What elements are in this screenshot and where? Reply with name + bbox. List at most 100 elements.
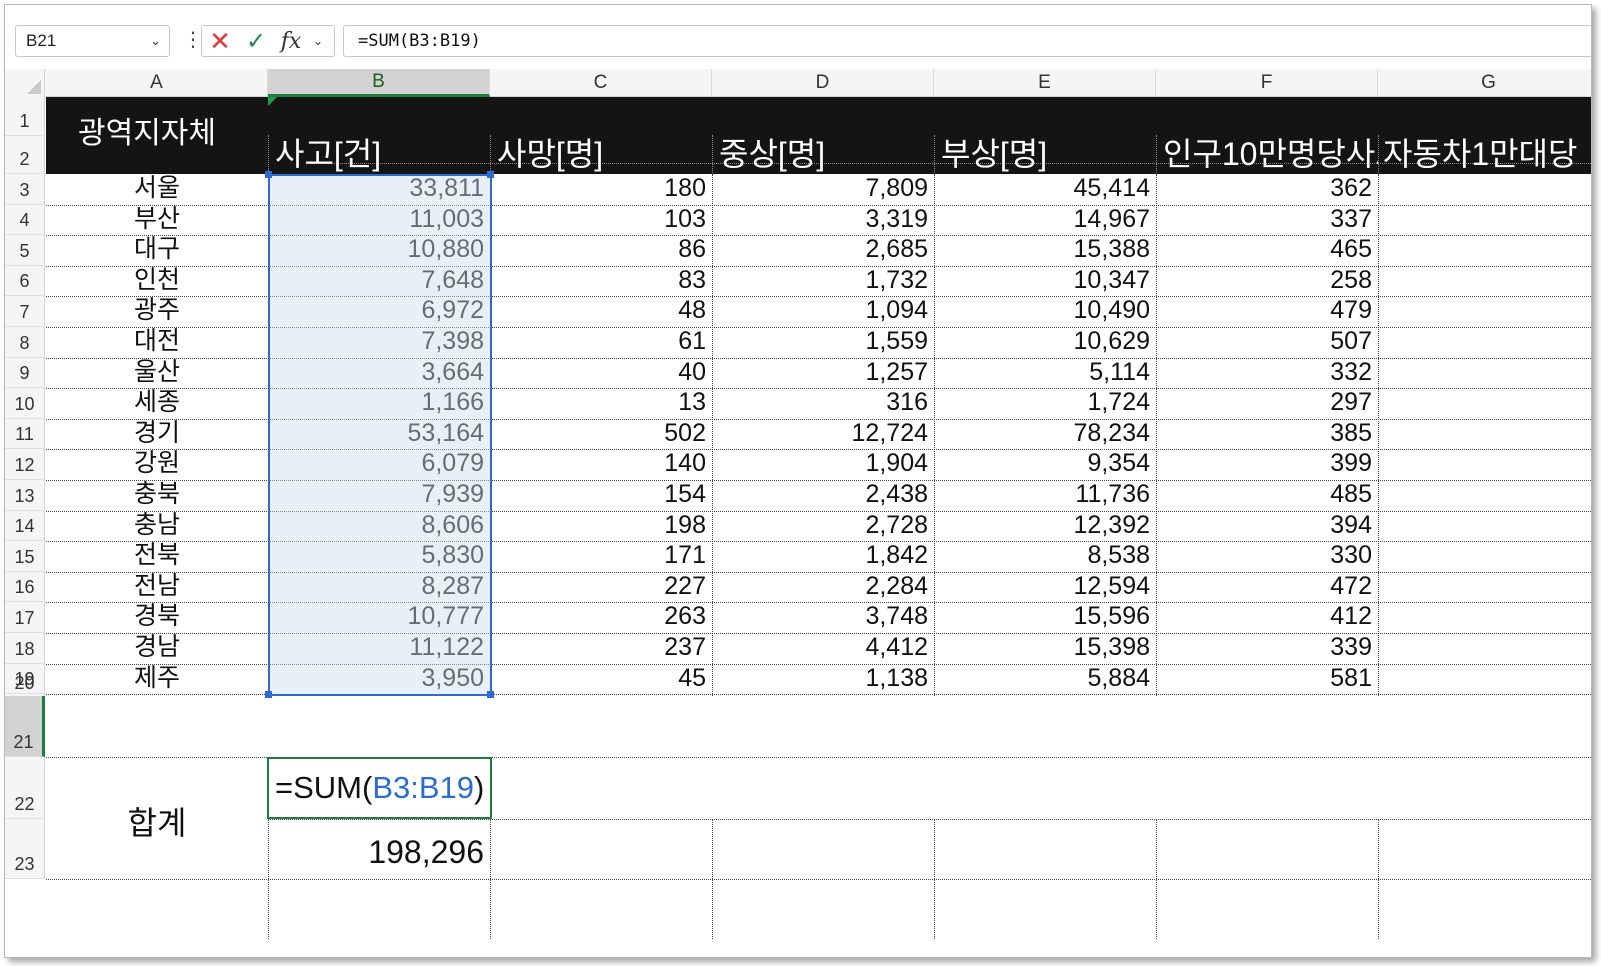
cell-deaths[interactable]: 103	[490, 205, 712, 235]
insert-function-icon[interactable]: fx	[274, 29, 308, 54]
column-header-b[interactable]: B	[268, 69, 490, 97]
cell-deaths[interactable]: 61	[490, 327, 712, 357]
select-all-corner[interactable]	[5, 69, 45, 97]
column-header-g[interactable]: G	[1378, 69, 1591, 97]
row-header[interactable]: 2	[5, 136, 45, 174]
column-header-d[interactable]: D	[712, 69, 934, 97]
cell-region[interactable]: 충남	[46, 511, 268, 541]
row-header[interactable]: 8	[5, 327, 45, 358]
total-label[interactable]: 합계	[46, 803, 268, 843]
row-header[interactable]: 1	[5, 97, 45, 136]
cell-injuries[interactable]: 5,884	[934, 664, 1156, 694]
cell-region[interactable]: 경기	[46, 419, 268, 449]
cell-per-100k[interactable]: 479	[1156, 296, 1378, 326]
cell-region[interactable]: 강원	[46, 449, 268, 479]
cell-per-100k[interactable]: 581	[1156, 664, 1378, 694]
cell-injuries[interactable]: 1,724	[934, 388, 1156, 418]
cell-deaths[interactable]: 237	[490, 633, 712, 663]
cell-region[interactable]: 경북	[46, 602, 268, 632]
cell-per-100k[interactable]: 465	[1156, 235, 1378, 265]
cell-deaths[interactable]: 86	[490, 235, 712, 265]
cell-per-100k[interactable]: 485	[1156, 480, 1378, 510]
cell-serious[interactable]: 1,094	[712, 296, 934, 326]
cell-deaths[interactable]: 83	[490, 266, 712, 296]
cell-injuries[interactable]: 15,398	[934, 633, 1156, 663]
cell-deaths[interactable]: 13	[490, 388, 712, 418]
cell-deaths[interactable]: 171	[490, 541, 712, 571]
row-header[interactable]: 11	[5, 418, 45, 450]
name-box[interactable]: B21 ⌄	[15, 25, 170, 57]
cell-serious[interactable]: 1,904	[712, 449, 934, 479]
cell-injuries[interactable]: 11,736	[934, 480, 1156, 510]
cell-serious[interactable]: 1,257	[712, 358, 934, 388]
cell-per-100k[interactable]: 472	[1156, 572, 1378, 602]
cell-deaths[interactable]: 198	[490, 511, 712, 541]
cell-serious[interactable]: 4,412	[712, 633, 934, 663]
chevron-down-icon[interactable]: ⌄	[308, 34, 328, 48]
cell-injuries[interactable]: 12,594	[934, 572, 1156, 602]
row-header[interactable]: 15	[5, 541, 45, 572]
cell-deaths[interactable]: 45	[490, 664, 712, 694]
row-header[interactable]: 5	[5, 235, 45, 266]
row-header[interactable]: 9	[5, 357, 45, 389]
cell-per-100k[interactable]: 399	[1156, 449, 1378, 479]
cell-serious[interactable]: 2,728	[712, 511, 934, 541]
cell-per-100k[interactable]: 339	[1156, 633, 1378, 663]
row-header[interactable]: 17	[5, 602, 45, 633]
cell-per-100k[interactable]: 362	[1156, 174, 1378, 204]
cell-injuries[interactable]: 14,967	[934, 205, 1156, 235]
total-value[interactable]: 198,296	[268, 832, 490, 872]
cell-per-100k[interactable]: 330	[1156, 541, 1378, 571]
header-serious-injuries[interactable]: 중상[명]	[712, 135, 934, 173]
cell-injuries[interactable]: 5,114	[934, 358, 1156, 388]
cell-serious[interactable]: 1,138	[712, 664, 934, 694]
cell-injuries[interactable]: 15,596	[934, 602, 1156, 632]
active-cell-b21[interactable]: =SUM(B3:B19)	[267, 757, 492, 819]
cell-region[interactable]: 대구	[46, 235, 268, 265]
row-header[interactable]: 18	[5, 633, 45, 664]
cell-injuries[interactable]: 12,392	[934, 511, 1156, 541]
selection-handle[interactable]	[487, 171, 494, 178]
cell-injuries[interactable]: 15,388	[934, 235, 1156, 265]
chevron-down-icon[interactable]: ⌄	[150, 33, 161, 49]
cancel-icon[interactable]: ✕	[202, 26, 238, 57]
row-header[interactable]: 16	[5, 571, 45, 603]
cell-serious[interactable]: 1,559	[712, 327, 934, 357]
cell-deaths[interactable]: 40	[490, 358, 712, 388]
cell-region[interactable]: 광주	[46, 296, 268, 326]
row-header[interactable]: 7	[5, 296, 45, 327]
cell-region[interactable]: 울산	[46, 358, 268, 388]
row-header[interactable]: 3	[5, 174, 45, 205]
cell-per-100k[interactable]: 507	[1156, 327, 1378, 357]
row-header[interactable]: 12	[5, 449, 45, 480]
cell-serious[interactable]: 2,685	[712, 235, 934, 265]
cell-serious[interactable]: 3,748	[712, 602, 934, 632]
cell-deaths[interactable]: 140	[490, 449, 712, 479]
cell-serious[interactable]: 316	[712, 388, 934, 418]
cell-serious[interactable]: 7,809	[712, 174, 934, 204]
row-header[interactable]: 14	[5, 510, 45, 542]
row-header[interactable]: 13	[5, 480, 45, 511]
cell-serious[interactable]: 2,284	[712, 572, 934, 602]
row-header[interactable]: 4	[5, 204, 45, 236]
cell-per-100k[interactable]: 412	[1156, 602, 1378, 632]
cell-deaths[interactable]: 180	[490, 174, 712, 204]
header-deaths[interactable]: 사망[명]	[490, 135, 712, 173]
more-options-icon[interactable]: ⋮	[183, 27, 203, 53]
cell-region[interactable]: 부산	[46, 205, 268, 235]
selection-handle[interactable]	[265, 171, 272, 178]
header-injuries[interactable]: 부상[명]	[934, 135, 1156, 173]
cell-deaths[interactable]: 227	[490, 572, 712, 602]
cell-region[interactable]: 경남	[46, 633, 268, 663]
cell-serious[interactable]: 1,842	[712, 541, 934, 571]
row-header[interactable]: 23	[5, 819, 45, 879]
cell-serious[interactable]: 3,319	[712, 205, 934, 235]
header-per-100k[interactable]: 인구10만명당사고	[1156, 135, 1378, 173]
cell-serious[interactable]: 2,438	[712, 480, 934, 510]
cell-per-100k[interactable]: 297	[1156, 388, 1378, 418]
row-header[interactable]: 22	[5, 757, 45, 819]
column-header-c[interactable]: C	[490, 69, 712, 97]
cell-region[interactable]: 제주	[46, 664, 268, 694]
cell-serious[interactable]: 1,732	[712, 266, 934, 296]
selection-range[interactable]	[268, 174, 492, 696]
